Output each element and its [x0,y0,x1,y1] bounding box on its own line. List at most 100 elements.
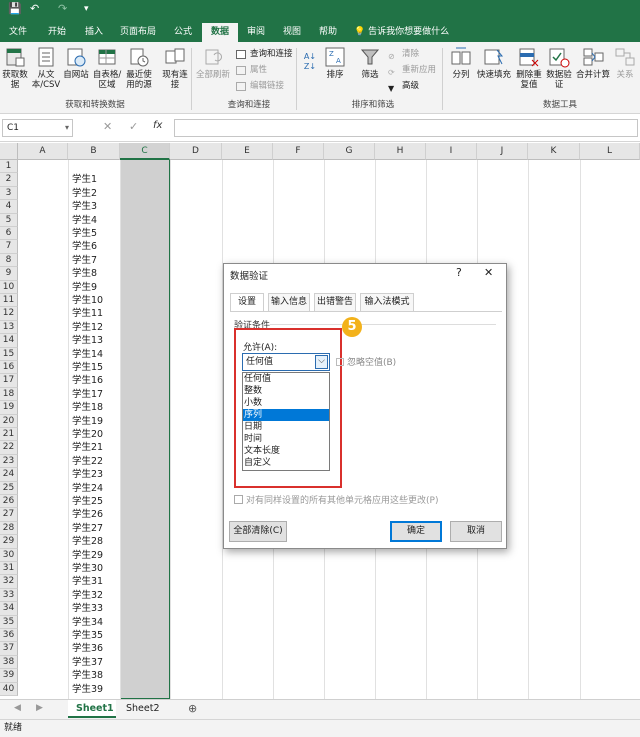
text-to-columns-button[interactable]: 分列 [448,46,474,80]
undo-icon[interactable]: ↶ [30,2,39,15]
row-header[interactable]: 18 [0,387,18,402]
enter-icon[interactable]: ✓ [129,120,138,133]
chevron-down-icon[interactable]: ⌵ [315,355,328,369]
cell-b[interactable]: 学生33 [70,602,120,615]
list-item[interactable]: 日期 [243,421,329,433]
column-header[interactable]: L [580,143,640,160]
cell-b[interactable]: 学生19 [70,415,120,428]
close-icon[interactable]: ✕ [484,266,493,279]
formula-input[interactable] [174,119,638,137]
row-header[interactable]: 19 [0,401,18,415]
row-header[interactable]: 21 [0,428,18,442]
remove-duplicates-button[interactable]: 删除重复值 [514,46,544,90]
tab-review[interactable]: 审阅 [242,23,270,42]
from-web-button[interactable]: 自网站 [62,46,90,80]
cell-b[interactable]: 学生25 [70,495,120,508]
row-header[interactable]: 6 [0,227,18,241]
row-header[interactable]: 3 [0,186,18,201]
row-header[interactable]: 23 [0,454,18,469]
consolidate-button[interactable]: 合并计算 [576,46,610,80]
column-header[interactable]: D [170,143,222,160]
select-all-corner[interactable] [0,143,18,160]
cell-b[interactable]: 学生27 [70,522,120,535]
cell-b[interactable]: 学生36 [70,642,120,655]
list-item[interactable]: 时间 [243,433,329,445]
allow-select[interactable]: 任何值 ⌵ [242,353,330,371]
cell-b[interactable]: 学生1 [70,173,120,186]
cancel-button[interactable]: 取消 [450,521,502,542]
tell-me-box[interactable]: 💡 告诉我你想要做什么 [354,23,450,42]
sort-az-button[interactable]: A↓ Z↓ [300,52,320,72]
column-header[interactable]: C [120,143,170,160]
cell-b[interactable]: 学生39 [70,683,120,696]
column-header[interactable]: K [528,143,580,160]
row-header[interactable]: 15 [0,347,18,361]
chevron-down-icon[interactable]: ▾ [65,120,69,136]
list-item-selected[interactable]: 序列 [243,409,329,421]
ignore-blank-checkbox[interactable]: 忽略空值(B) [336,355,396,368]
refresh-all-button[interactable]: 全部刷新 [194,46,232,80]
row-header[interactable]: 36 [0,629,18,643]
cell-b[interactable]: 学生11 [70,307,120,320]
flash-fill-button[interactable]: 快速填充 [476,46,512,80]
insert-function-icon[interactable]: fx [153,120,162,131]
tab-help[interactable]: 帮助 [314,23,342,42]
cell-b[interactable]: 学生14 [70,348,120,361]
cell-b[interactable]: 学生24 [70,482,120,495]
row-header[interactable]: 17 [0,374,18,388]
cell-b[interactable]: 学生30 [70,562,120,575]
row-header[interactable]: 13 [0,320,18,335]
row-header[interactable]: 7 [0,240,18,254]
cell-b[interactable]: 学生34 [70,616,120,629]
edit-links-button[interactable]: 编辑链接 [236,80,284,93]
help-icon[interactable]: ? [456,266,462,279]
list-item[interactable]: 任何值 [243,373,329,385]
cell-b[interactable]: 学生5 [70,227,120,240]
cell-b[interactable]: 学生23 [70,468,120,481]
tab-home[interactable]: 开始 [42,23,72,42]
cell-b[interactable]: 学生29 [70,549,120,562]
allow-options-list[interactable]: 任何值 整数 小数 序列 日期 时间 文本长度 自定义 [242,372,330,471]
row-header[interactable]: 20 [0,414,18,428]
row-header[interactable]: 35 [0,615,18,629]
tab-settings[interactable]: 设置 [230,293,264,312]
advanced-button[interactable]: ▼ 高级 [388,80,419,93]
cell-b[interactable]: 学生4 [70,214,120,227]
column-header[interactable]: G [324,143,375,160]
clear-button[interactable]: ⊘ 清除 [388,48,419,61]
redo-icon[interactable]: ↷ [58,2,67,15]
from-text-button[interactable]: 从文本/CSV [31,46,61,90]
row-header[interactable]: 32 [0,575,18,589]
row-header[interactable]: 26 [0,495,18,509]
cell-b[interactable]: 学生6 [70,240,120,253]
cell-b[interactable]: 学生22 [70,455,120,468]
tab-data[interactable]: 数据 [202,23,238,42]
row-header[interactable]: 30 [0,548,18,562]
cell-b[interactable]: 学生32 [70,589,120,602]
column-header[interactable]: J [477,143,528,160]
save-icon[interactable]: 💾 [8,2,22,15]
cell-b[interactable]: 学生7 [70,254,120,267]
recent-sources-button[interactable]: 最近使用的源 [124,46,154,90]
sort-button[interactable]: ZA 排序 [322,46,348,80]
row-header[interactable]: 25 [0,481,18,495]
customize-icon[interactable]: ▾ [84,4,89,14]
tab-error-alert[interactable]: 出错警告 [314,293,356,311]
row-header[interactable]: 24 [0,468,18,482]
row-header[interactable]: 28 [0,521,18,536]
column-header[interactable]: E [222,143,273,160]
tab-view[interactable]: 视图 [278,23,306,42]
row-header[interactable]: 12 [0,307,18,321]
cell-b[interactable]: 学生35 [70,629,120,642]
cell-b[interactable]: 学生10 [70,294,120,307]
cell-b[interactable]: 学生8 [70,267,120,280]
cancel-icon[interactable]: ✕ [103,120,112,133]
cell-b[interactable]: 学生37 [70,656,120,669]
tab-insert[interactable]: 插入 [80,23,108,42]
queries-connections-button[interactable]: 查询和连接 [236,48,293,61]
cell-b[interactable]: 学生12 [70,321,120,334]
cell-b[interactable]: 学生38 [70,669,120,682]
cell-b[interactable] [70,160,120,173]
cell-b[interactable]: 学生13 [70,334,120,347]
list-item[interactable]: 小数 [243,397,329,409]
